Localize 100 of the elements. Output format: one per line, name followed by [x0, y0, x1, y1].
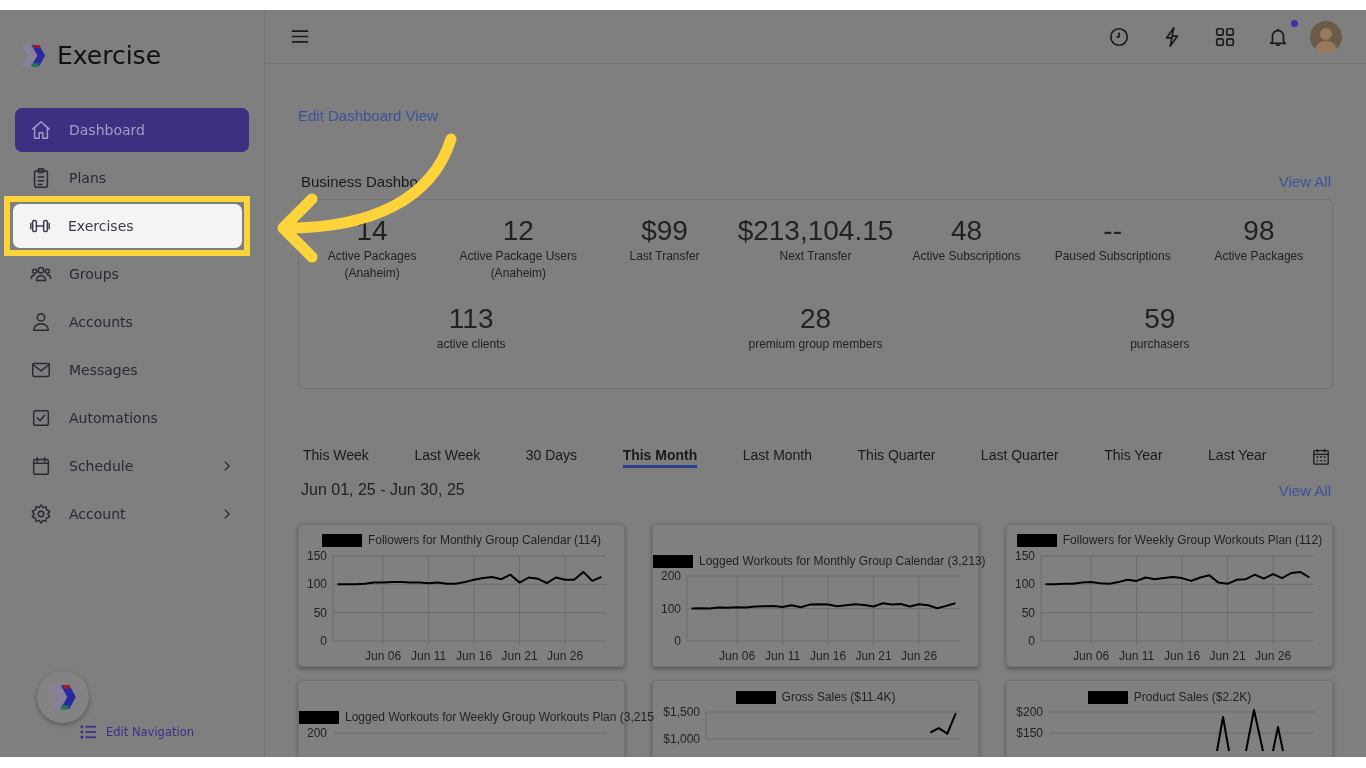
list-icon: [80, 725, 96, 739]
axis-tick-label: Jun 06: [365, 649, 402, 663]
sidebar-item[interactable]: Schedule: [15, 444, 249, 488]
axis-tick-label: Jun 21: [855, 649, 892, 663]
stat-value: 12: [502, 214, 534, 248]
axis-tick-label: $200: [1016, 705, 1043, 719]
chevron-icon: [222, 507, 231, 521]
chart-title: Product Sales ($2.2K): [1133, 690, 1252, 704]
brand-name: Exercise: [57, 41, 162, 70]
stat-label: Active Packages: [1214, 248, 1304, 265]
sidebar-item[interactable]: Dashboard: [15, 108, 249, 152]
stat-label: Active Packages (Anaheim): [326, 248, 418, 282]
stat-label: Active Package Users (Anaheim): [458, 248, 578, 282]
stat-value: 59: [1144, 302, 1176, 336]
axis-tick-label: Jun 21: [501, 649, 538, 663]
stat-value: 28: [799, 302, 832, 336]
menu-icon[interactable]: [291, 29, 309, 44]
axis-tick-label: 0: [320, 634, 327, 648]
axis-tick-label: 100: [660, 601, 681, 616]
axis-tick-label: 0: [1028, 634, 1035, 648]
period-tab[interactable]: This Year: [1104, 445, 1163, 468]
axis-tick-label: 100: [306, 577, 327, 592]
axis-tick-label: Jun 26: [547, 649, 584, 663]
legend-swatch: [1087, 690, 1128, 704]
sidebar-item[interactable]: Exercises: [13, 204, 242, 248]
stat-label: Active Subscriptions: [912, 248, 1021, 265]
stat-label: purchasers: [1130, 336, 1190, 353]
clock-icon[interactable]: [1108, 25, 1130, 48]
axis-tick-label: Jun 16: [456, 649, 493, 663]
axis-tick-label: $1,000: [663, 732, 700, 746]
axis-tick-label: Jun 26: [901, 649, 938, 663]
chevron-icon: [222, 459, 231, 473]
grid-icon[interactable]: [1214, 25, 1236, 48]
person-icon: [30, 311, 52, 333]
period-tab[interactable]: Last Week: [414, 445, 481, 468]
axis-tick-label: Jun 06: [1073, 649, 1110, 663]
period-tab[interactable]: This Month: [622, 445, 698, 468]
axis-tick-label: Jun 11: [411, 649, 447, 663]
axis-tick-label: Jun 11: [765, 649, 801, 663]
legend-swatch: [653, 554, 693, 568]
sidebar-item[interactable]: Plans: [15, 156, 249, 200]
axis-tick-label: Jun 11: [1119, 649, 1155, 663]
stat-label: Last Transfer: [629, 248, 700, 265]
axis-tick-label: 200: [306, 726, 327, 740]
period-tab[interactable]: Last Year: [1208, 445, 1267, 468]
stat-label: premium group members: [748, 336, 883, 353]
section-title: Business Dashbo: [301, 173, 418, 190]
stat-value: 113: [448, 302, 494, 336]
stat-value: 48: [950, 214, 983, 248]
axis-tick-label: 50: [1021, 605, 1035, 620]
chart-title: Followers for Weekly Group Workouts Plan (112): [1062, 533, 1323, 547]
period-tab[interactable]: Last Month: [742, 445, 813, 468]
gear-icon: [30, 503, 52, 525]
axis-tick-label: 200: [660, 569, 681, 583]
calendar-icon: [30, 455, 52, 477]
stat-value: --: [1103, 214, 1122, 248]
axis-tick-label: Jun 06: [719, 649, 756, 663]
stat-label: Paused Subscriptions: [1054, 248, 1171, 265]
logo-icon: [48, 682, 78, 712]
sidebar-item[interactable]: Automations: [15, 396, 249, 440]
axis-tick-label: Jun 16: [810, 649, 847, 663]
axis-tick-label: Jun 21: [1209, 649, 1246, 663]
chart-title: Logged Workouts for Weekly Group Workouts Plan (3,215: [345, 710, 654, 724]
stat-value: $213,104.15: [737, 214, 894, 248]
legend-swatch: [1016, 533, 1057, 547]
home-icon: [30, 119, 52, 141]
app-logo-button[interactable]: [37, 671, 89, 723]
chart-title: Logged Workouts for Monthly Group Calendar (3,213): [699, 554, 986, 568]
axis-tick-label: 50: [313, 605, 327, 620]
chart-line: [929, 712, 957, 735]
date-range: Jun 01, 25 - Jun 30, 25: [301, 481, 465, 499]
axis-tick-label: $150: [1016, 726, 1043, 740]
sidebar-item[interactable]: Account: [15, 492, 249, 536]
period-tab[interactable]: Last Quarter: [980, 445, 1059, 468]
axis-tick-label: Jun 26: [1255, 649, 1292, 663]
edit-navigation-link[interactable]: Edit Navigation: [80, 725, 264, 739]
stat-value: $99: [641, 214, 688, 248]
chart-title: Followers for Monthly Group Calendar (114): [367, 533, 602, 547]
legend-swatch: [299, 710, 339, 724]
calendar-icon[interactable]: [1311, 447, 1330, 466]
stat-value: 98: [1243, 214, 1275, 248]
period-tab[interactable]: This Quarter: [857, 445, 936, 468]
period-tab[interactable]: This Week: [303, 445, 369, 468]
sidebar-item[interactable]: Messages: [15, 348, 249, 392]
stat-label: Next Transfer: [779, 248, 852, 265]
axis-tick-label: 150: [306, 549, 327, 563]
axis-tick-label: $1,500: [663, 705, 700, 719]
legend-swatch: [735, 690, 776, 704]
axis-tick-label: 150: [1014, 549, 1035, 563]
period-tab[interactable]: 30 Days: [525, 445, 578, 468]
axis-tick-label: 0: [674, 634, 681, 648]
checkbox-icon: [30, 407, 52, 429]
sidebar-item[interactable]: Groups: [15, 252, 249, 296]
stat-label: active clients: [436, 336, 506, 353]
logo-icon: [20, 42, 47, 69]
axis-tick-label: Jun 16: [1164, 649, 1201, 663]
legend-swatch: [321, 533, 362, 547]
chart-title: Gross Sales ($11.4K): [781, 690, 896, 704]
axis-tick-label: 100: [1014, 577, 1035, 592]
sidebar-item[interactable]: Accounts: [15, 300, 249, 344]
